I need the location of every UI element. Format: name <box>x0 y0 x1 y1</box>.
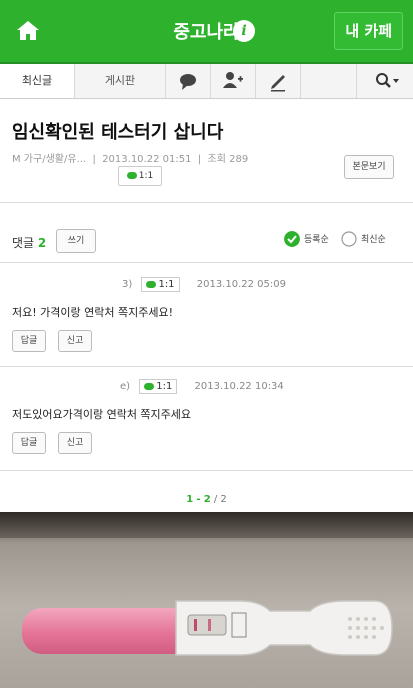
divider <box>0 366 413 367</box>
page-slash: / <box>213 494 218 505</box>
test-cap <box>22 608 182 654</box>
comment-date: 2013.10.22 05:09 <box>196 279 286 290</box>
top-bar: 중고나라 i 내 카페 <box>0 0 413 64</box>
tab-bar: 최신글 게시판 <box>0 64 413 99</box>
post-views: 조회 289 <box>207 154 249 165</box>
pencil-icon <box>271 75 285 92</box>
write-comment-button[interactable]: 쓰기 <box>56 229 96 253</box>
comment-text: 저요! 가격이랑 연락처 쪽지주세요! <box>12 306 173 319</box>
reply-button[interactable]: 답글 <box>12 330 46 352</box>
tab-chat[interactable] <box>166 64 211 98</box>
pregnancy-test-photo <box>0 512 413 688</box>
search-icon <box>375 73 399 88</box>
post-date: 2013.10.22 01:51 <box>102 154 192 165</box>
comment-author: e) <box>120 381 131 392</box>
report-button[interactable]: 신고 <box>58 330 92 352</box>
comment-talk-label: 1:1 <box>158 279 175 290</box>
chat-bubble-icon <box>126 172 137 179</box>
tab-board[interactable]: 게시판 <box>75 64 166 98</box>
talk-label: 1:1 <box>138 171 154 181</box>
page-total: 2 <box>220 494 227 505</box>
comment-talk-label: 1:1 <box>156 381 173 392</box>
post-meta: M 가구/생활/유... | 2013.10.22 01:51 | 조회 289 <box>12 154 249 165</box>
divider <box>0 202 413 203</box>
search-button[interactable] <box>356 64 413 98</box>
report-button[interactable]: 신고 <box>58 432 92 454</box>
add-friend-icon <box>223 72 243 88</box>
talk-button[interactable]: 1:1 <box>118 166 162 186</box>
divider <box>0 262 413 263</box>
sort-latest[interactable]: 최신순 <box>361 232 386 245</box>
page-2[interactable]: 2 <box>204 494 211 505</box>
comment-meta: e) 1:1 2013.10.22 10:34 <box>12 379 284 394</box>
comment-meta: 3) 1:1 2013.10.22 05:09 <box>12 277 286 292</box>
page-separator: - <box>196 494 201 505</box>
divider <box>0 470 413 471</box>
comment-date: 2013.10.22 10:34 <box>194 381 284 392</box>
page-current[interactable]: 1 <box>186 494 193 505</box>
chat-bubble-icon <box>146 280 157 288</box>
info-icon[interactable]: i <box>233 20 255 42</box>
tab-write[interactable] <box>256 64 301 98</box>
comment-talk-button[interactable]: 1:1 <box>141 277 180 292</box>
tab-latest[interactable]: 최신글 <box>0 64 75 98</box>
comments-label: 댓글 <box>12 236 35 250</box>
chat-icon <box>180 74 196 90</box>
post-title: 임신확인된 테스터기 삽니다 <box>12 122 224 143</box>
my-cafe-button[interactable]: 내 카페 <box>334 12 403 50</box>
test-body <box>175 600 393 656</box>
comments-header: 댓글 2 <box>12 234 46 251</box>
comment-author: 3) <box>122 279 133 290</box>
pagination: 1 - 2 / 2 <box>0 494 413 505</box>
post-author: M 가구/생활/유... <box>12 154 87 165</box>
chat-bubble-icon <box>144 382 155 390</box>
view-original-button[interactable]: 본문보기 <box>344 155 394 179</box>
comment-text: 저도있어요가격이랑 연락처 쪽지주세요 <box>12 408 192 421</box>
check-circle-icon[interactable] <box>284 231 300 247</box>
reply-button[interactable]: 답글 <box>12 432 46 454</box>
sort-registered[interactable]: 등록순 <box>304 232 329 245</box>
tab-add-friend[interactable] <box>211 64 256 98</box>
radio-empty-icon[interactable] <box>341 231 357 247</box>
comments-count: 2 <box>37 236 47 250</box>
comment-talk-button[interactable]: 1:1 <box>139 379 178 394</box>
photo-background-edge <box>0 512 413 538</box>
